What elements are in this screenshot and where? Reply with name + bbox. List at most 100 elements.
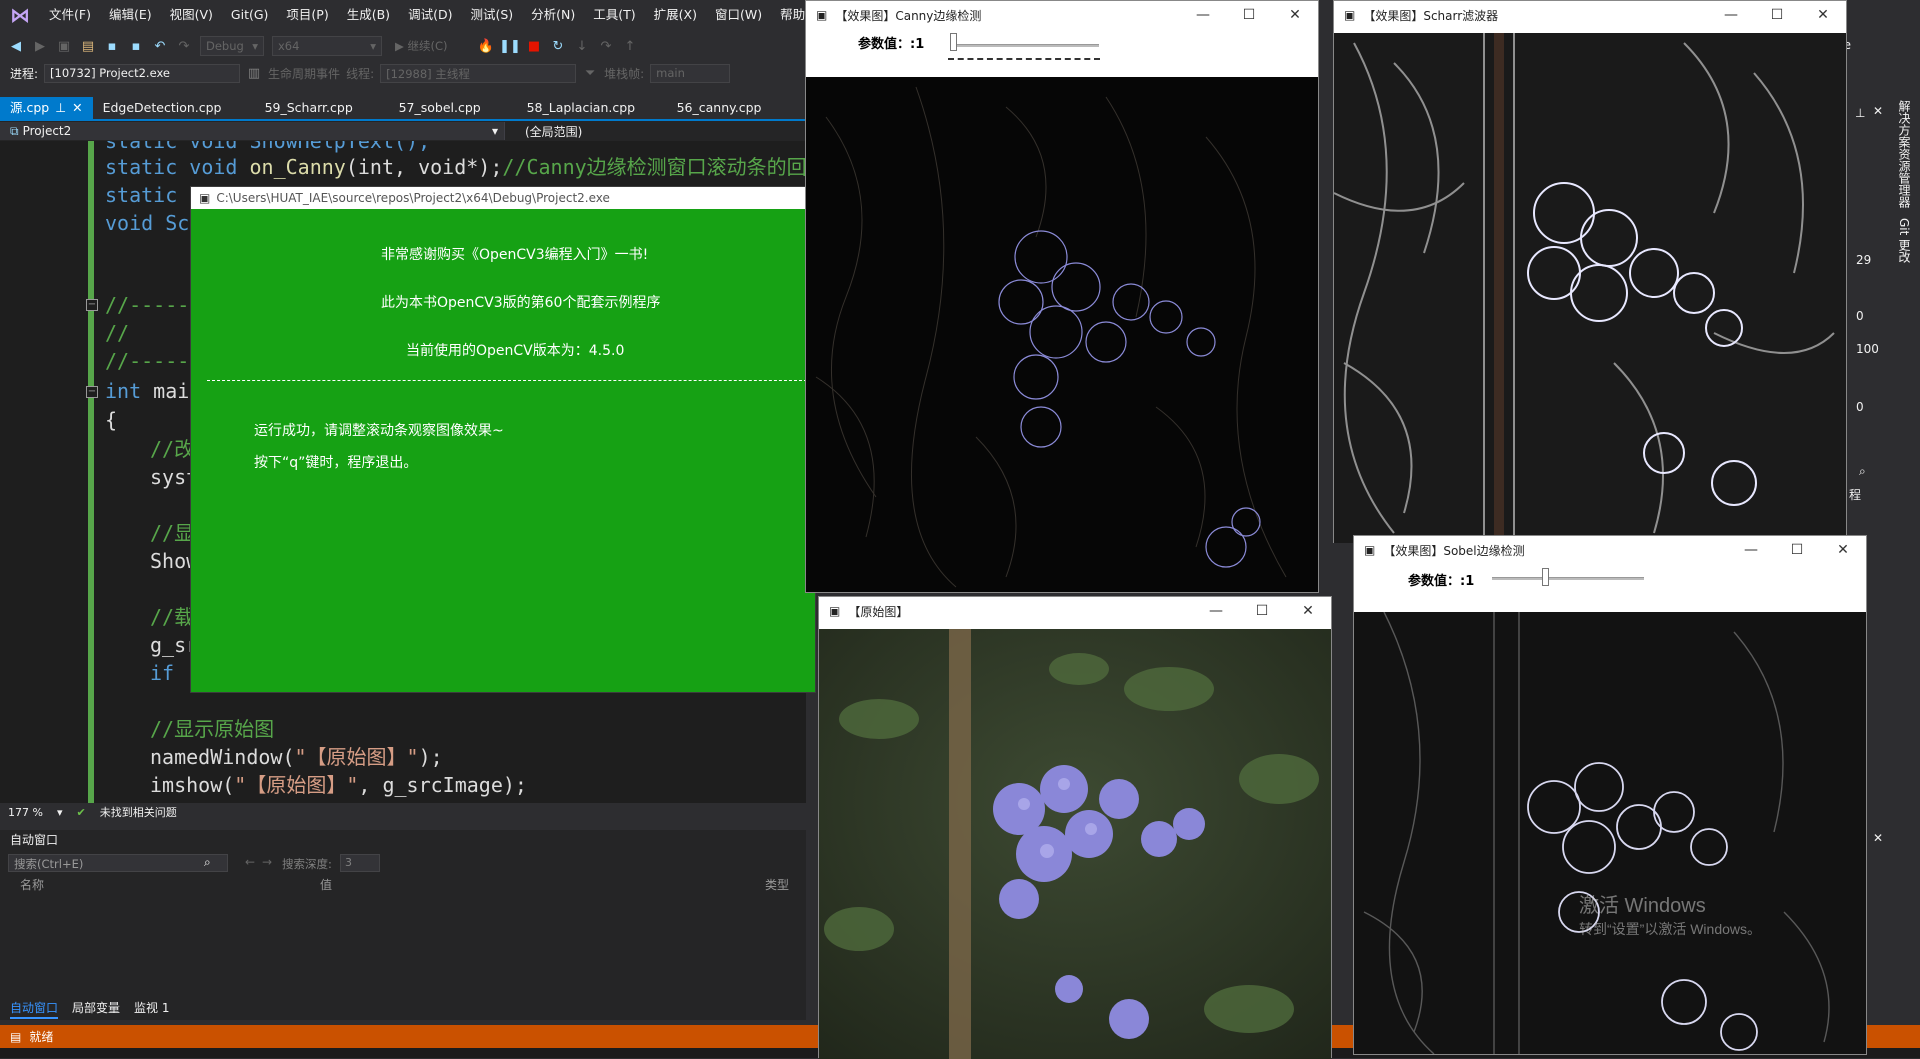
code-line: static void on_Canny(int, void*);//Canny… — [105, 155, 806, 179]
trackbar-track[interactable] — [951, 44, 1099, 47]
hot-reload-icon[interactable]: 🔥 — [478, 38, 494, 54]
new-project-icon[interactable]: ▣ — [56, 38, 72, 54]
autos-search-input[interactable]: 搜索(Ctrl+E) — [8, 854, 228, 872]
tab-56-canny[interactable]: 56_canny.cpp — [667, 97, 772, 119]
close-icon[interactable]: ✕ — [1873, 104, 1883, 118]
menu-file[interactable]: 文件(F) — [40, 0, 100, 30]
open-file-icon[interactable]: ▤ — [80, 38, 96, 54]
continue-button[interactable]: ▶ 继续(C) — [390, 36, 470, 56]
maximize-icon[interactable]: ☐ — [1239, 597, 1285, 625]
stop-icon[interactable]: ■ — [526, 38, 542, 54]
collapse-toggle[interactable]: − — [86, 386, 98, 398]
close-icon[interactable]: ✕ — [1820, 536, 1866, 564]
filter-icon[interactable]: ⏷ — [582, 66, 598, 82]
menu-extensions[interactable]: 扩展(X) — [645, 0, 706, 30]
zoom-dropdown[interactable]: 177 % — [8, 806, 43, 819]
menu-tools[interactable]: 工具(T) — [584, 0, 644, 30]
sobel-title-bar[interactable]: ▣ 【效果图】Sobel边缘检测 — ☐ ✕ — [1354, 536, 1866, 564]
trackbar-thumb[interactable] — [950, 33, 957, 51]
save-all-icon[interactable]: ▪ — [128, 38, 144, 54]
issues-status[interactable]: 未找到相关问题 — [100, 804, 177, 820]
column-header-name[interactable]: 名称 — [0, 876, 320, 894]
step-over-icon[interactable]: ↷ — [598, 38, 614, 54]
original-title-bar[interactable]: ▣ 【原始图】 — ☐ ✕ — [819, 597, 1331, 625]
menu-view[interactable]: 视图(V) — [161, 0, 222, 30]
trackbar-thumb[interactable] — [1542, 568, 1549, 586]
search-icon[interactable]: ⌕ — [1859, 464, 1866, 479]
window-app-icon: ▣ — [816, 8, 828, 22]
undo-icon[interactable]: ↶ — [152, 38, 168, 54]
pin-icon[interactable]: ⊥ — [55, 97, 66, 119]
tab-edgedetection[interactable]: EdgeDetection.cpp — [93, 97, 255, 119]
configuration-dropdown[interactable]: Debug ▾ — [200, 36, 264, 56]
tab-watch-1[interactable]: 监视 1 — [134, 999, 169, 1019]
menu-build[interactable]: 生成(B) — [338, 0, 399, 30]
search-depth-dropdown[interactable]: 3 — [340, 854, 380, 872]
step-into-icon[interactable]: ↓ — [574, 38, 590, 54]
minimize-icon[interactable]: — — [1180, 1, 1226, 29]
chevron-down-icon[interactable]: ▾ — [57, 806, 63, 819]
menu-git[interactable]: Git(G) — [222, 0, 278, 30]
maximize-icon[interactable]: ☐ — [1226, 1, 1272, 29]
console-title-bar[interactable]: ▣ C:\Users\HUAT_IAE\source\repos\Project… — [191, 187, 815, 209]
column-header-value[interactable]: 值 — [320, 876, 765, 894]
sobel-window[interactable]: ▣ 【效果图】Sobel边缘检测 — ☐ ✕ 参数值：:1 激活 Windows… — [1353, 535, 1867, 1055]
menu-debug[interactable]: 调试(D) — [399, 0, 461, 30]
search-icon[interactable]: ⌕ — [204, 855, 211, 870]
tab-locals[interactable]: 局部变量 — [72, 999, 120, 1019]
tab-autos[interactable]: 自动窗口 — [10, 999, 59, 1019]
menu-test[interactable]: 测试(S) — [461, 0, 522, 30]
tab-source-cpp[interactable]: 源.cpp ⊥ ✕ — [0, 97, 93, 119]
scope-dropdown[interactable]: (全局范围) — [505, 123, 582, 140]
canny-title-bar[interactable]: ▣ 【效果图】Canny边缘检测 — ☐ ✕ — [806, 1, 1318, 29]
menu-analyze[interactable]: 分析(N) — [522, 0, 584, 30]
stack-frame-dropdown[interactable]: main — [650, 64, 731, 83]
console-line: 按下“q”键时，程序退出。 — [254, 455, 418, 471]
pause-icon[interactable]: ❚❚ — [499, 38, 521, 54]
maximize-icon[interactable]: ☐ — [1754, 1, 1800, 29]
code-line: static v — [105, 183, 202, 207]
scharr-window[interactable]: ▣ 【效果图】Scharr滤波器 — ☐ ✕ — [1333, 0, 1847, 543]
tab-57-sobel[interactable]: 57_sobel.cpp — [389, 97, 517, 119]
tab-58-laplacian[interactable]: 58_Laplacian.cpp — [517, 97, 667, 119]
project-dropdown[interactable]: ⧉ Project2 ▾ — [0, 122, 505, 140]
close-icon[interactable]: ✕ — [1873, 831, 1883, 845]
close-icon[interactable]: ✕ — [1285, 597, 1331, 625]
thread-dropdown[interactable]: [12988] 主线程 — [380, 64, 577, 83]
trackbar-label: 参数值：:1 — [1408, 574, 1475, 589]
minimize-icon[interactable]: — — [1708, 1, 1754, 29]
redo-icon[interactable]: ↷ — [176, 38, 192, 54]
save-icon[interactable]: ▪ — [104, 38, 120, 54]
collapse-toggle[interactable]: − — [86, 299, 98, 311]
canny-window[interactable]: ▣ 【效果图】Canny边缘检测 — ☐ ✕ 参数值：:1 — [805, 0, 1319, 593]
minimize-icon[interactable]: — — [1193, 597, 1239, 625]
forward-icon[interactable]: ▶ — [32, 38, 48, 54]
git-changes-tab[interactable]: Git 更改 — [1896, 218, 1913, 263]
lifecycle-events-button[interactable]: 生命周期事件 — [268, 65, 340, 82]
maximize-icon[interactable]: ☐ — [1774, 536, 1820, 564]
process-dropdown[interactable]: [10732] Project2.exe — [44, 64, 241, 83]
scharr-title-bar[interactable]: ▣ 【效果图】Scharr滤波器 — ☐ ✕ — [1334, 1, 1846, 29]
change-tracking-bar — [88, 141, 94, 803]
step-out-icon[interactable]: ↑ — [622, 38, 638, 54]
console-window[interactable]: ▣ C:\Users\HUAT_IAE\source\repos\Project… — [190, 186, 816, 693]
close-icon[interactable]: ✕ — [72, 97, 82, 119]
solution-explorer-tab[interactable]: 解决方案资源管理器 — [1896, 100, 1913, 208]
close-icon[interactable]: ✕ — [1800, 1, 1846, 29]
menu-edit[interactable]: 编辑(E) — [100, 0, 161, 30]
back-icon[interactable]: ◀ — [8, 38, 24, 54]
minimize-icon[interactable]: — — [1728, 536, 1774, 564]
menu-window[interactable]: 窗口(W) — [706, 0, 771, 30]
platform-dropdown[interactable]: x64 ▾ — [272, 36, 382, 56]
close-icon[interactable]: ✕ — [1272, 1, 1318, 29]
restart-icon[interactable]: ↻ — [550, 38, 566, 54]
forward-icon[interactable]: → — [262, 855, 272, 869]
original-image-window[interactable]: ▣ 【原始图】 — ☐ ✕ — [818, 596, 1332, 1059]
lifecycle-icon[interactable]: ▥ — [246, 66, 262, 82]
menu-project[interactable]: 项目(P) — [277, 0, 337, 30]
trackbar-track[interactable] — [1492, 577, 1644, 580]
column-header-type[interactable]: 类型 — [765, 876, 789, 894]
back-icon[interactable]: ← — [245, 855, 255, 869]
pin-icon[interactable]: ⊥ — [1855, 106, 1865, 120]
tab-59-scharr[interactable]: 59_Scharr.cpp — [255, 97, 389, 119]
